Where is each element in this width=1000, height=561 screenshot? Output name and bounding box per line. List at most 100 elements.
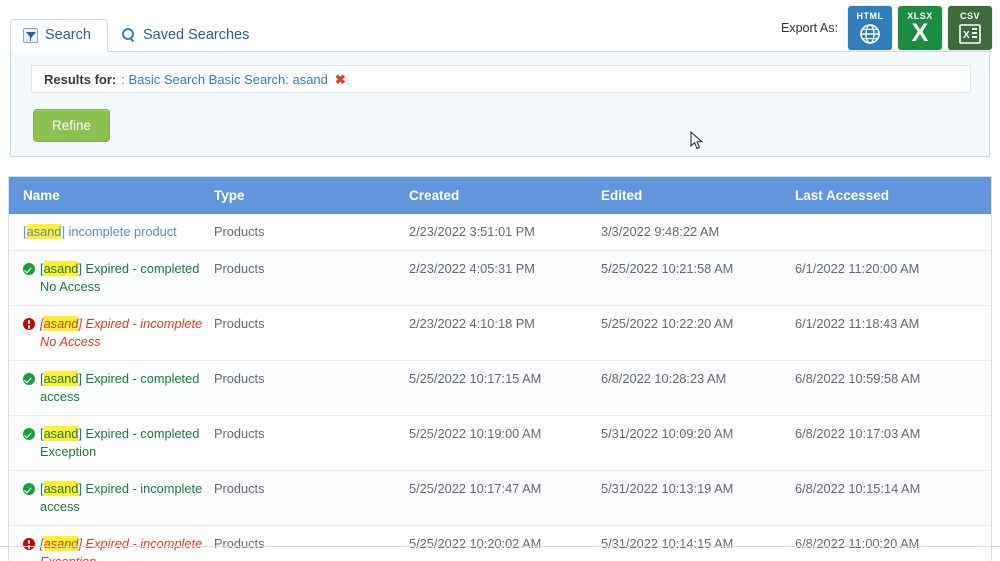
status-complete-icon xyxy=(23,373,35,385)
cell-last-accessed xyxy=(795,214,991,251)
cell-created: 2/23/2022 4:10:18 PM xyxy=(409,305,601,361)
table-header-row: Name Type Created Edited Last Accessed xyxy=(9,177,991,214)
export-html-label: HTML xyxy=(856,10,884,21)
cell-type: Products xyxy=(214,305,409,361)
cell-edited: 5/25/2022 10:21:58 AM xyxy=(601,250,795,306)
search-term-highlight: asand xyxy=(26,224,62,239)
results-table: Name Type Created Edited Last Accessed [… xyxy=(9,177,991,561)
record-name-link[interactable]: [asand] Expired - incomplete access xyxy=(40,480,202,516)
tab-bar: Search Saved Searches xyxy=(10,14,266,52)
svg-text:X: X xyxy=(963,30,970,41)
cell-name: [asand] Expired - incomplete access xyxy=(9,470,214,526)
remove-x-icon[interactable]: ✖ xyxy=(335,73,346,86)
refine-button[interactable]: Refine xyxy=(33,109,111,142)
cell-type: Products xyxy=(214,470,409,526)
cell-edited: 6/8/2022 10:28:23 AM xyxy=(601,360,795,416)
results-for-bar: Results for: : Basic Search Basic Search… xyxy=(31,65,971,93)
results-table-body: [asand] incomplete product Products 2/23/2… xyxy=(9,214,991,561)
cell-name: [asand] Expired - incompleteException xyxy=(9,525,214,561)
cell-edited: 5/31/2022 10:13:19 AM xyxy=(601,470,795,526)
export-csv-button[interactable]: CSV X xyxy=(948,6,992,50)
cell-last-accessed: 6/8/2022 11:00:20 AM xyxy=(795,525,991,561)
cell-edited: 5/25/2022 10:22:20 AM xyxy=(601,305,795,361)
record-name-link[interactable]: [asand] incomplete product xyxy=(23,223,177,241)
cell-created: 2/23/2022 3:51:01 PM xyxy=(409,214,601,251)
status-incomplete-icon xyxy=(23,318,35,330)
record-name-link[interactable]: [asand] Expired - incompleteException xyxy=(40,535,202,561)
tab-saved-searches[interactable]: Saved Searches xyxy=(108,19,266,52)
record-name-line2: access xyxy=(40,389,80,404)
table-row[interactable]: [asand] Expired - incomplete No Access Pro… xyxy=(9,305,991,361)
cell-type: Products xyxy=(214,214,409,251)
search-term-highlight: asand xyxy=(43,316,79,331)
cell-created: 5/25/2022 10:19:00 AM xyxy=(409,415,601,471)
search-panel: Results for: : Basic Search Basic Search… xyxy=(10,52,990,157)
cell-edited: 5/31/2022 10:14:15 AM xyxy=(601,525,795,561)
record-name-link[interactable]: [asand] Expired - completed access xyxy=(40,370,199,406)
record-name-link[interactable]: [asand] Expired - incomplete No Access xyxy=(40,315,202,351)
cell-type: Products xyxy=(214,415,409,471)
record-name-line2: No Access xyxy=(40,279,101,294)
table-row[interactable]: [asand] Expired - incomplete access Produc… xyxy=(9,470,991,526)
cell-created: 5/25/2022 10:20:02 AM xyxy=(409,525,601,561)
cell-type: Products xyxy=(214,360,409,416)
column-header-created[interactable]: Created xyxy=(409,177,601,214)
search-term-highlight: asand xyxy=(43,536,79,551)
cell-edited: 5/31/2022 10:09:20 AM xyxy=(601,415,795,471)
filter-icon xyxy=(23,27,38,43)
status-complete-icon xyxy=(23,263,35,275)
status-complete-icon xyxy=(23,483,35,495)
cell-type: Products xyxy=(214,525,409,561)
cell-last-accessed: 6/1/2022 11:18:43 AM xyxy=(795,305,991,361)
footer-divider xyxy=(0,546,1000,547)
cell-name: [asand] Expired - completed Exception xyxy=(9,415,214,471)
column-header-last-accessed[interactable]: Last Accessed xyxy=(795,177,991,214)
search-term-highlight: asand xyxy=(43,426,79,441)
cell-created: 5/25/2022 10:17:15 AM xyxy=(409,360,601,416)
record-name-link[interactable]: [asand] Expired - completed No Access xyxy=(40,260,199,296)
cell-last-accessed: 6/8/2022 10:59:58 AM xyxy=(795,360,991,416)
search-results-page: Export As: HTML XLSX X CSV X Search Save… xyxy=(0,0,1000,561)
record-name-line2: access xyxy=(40,499,80,514)
column-header-name[interactable]: Name xyxy=(9,177,214,214)
export-xlsx-button[interactable]: XLSX X xyxy=(898,6,942,50)
cell-created: 2/23/2022 4:05:31 PM xyxy=(409,250,601,306)
results-query-link[interactable]: : Basic Search Basic Search: asand xyxy=(121,72,328,87)
status-complete-icon xyxy=(23,428,35,440)
magnifier-icon xyxy=(121,27,136,43)
cell-created: 5/25/2022 10:17:47 AM xyxy=(409,470,601,526)
record-name-line2: Exception xyxy=(40,554,96,561)
cell-name: [asand] incomplete product xyxy=(9,214,214,251)
search-term-highlight: asand xyxy=(43,261,79,276)
cell-name: [asand] Expired - completed access xyxy=(9,360,214,416)
column-header-edited[interactable]: Edited xyxy=(601,177,795,214)
cell-name: [asand] Expired - completed No Access xyxy=(9,250,214,306)
record-name-link[interactable]: [asand] Expired - completed Exception xyxy=(40,425,199,461)
mouse-cursor xyxy=(690,131,703,150)
excel-x-icon: X xyxy=(911,19,929,47)
column-header-type[interactable]: Type xyxy=(214,177,409,214)
cell-last-accessed: 6/8/2022 10:15:14 AM xyxy=(795,470,991,526)
table-row[interactable]: [asand] incomplete product Products 2/23/2… xyxy=(9,214,991,251)
table-row[interactable]: [asand] Expired - completed Exception Prod… xyxy=(9,415,991,471)
tab-search-label: Search xyxy=(45,27,91,43)
cell-last-accessed: 6/1/2022 11:20:00 AM xyxy=(795,250,991,306)
cell-last-accessed: 6/8/2022 10:17:03 AM xyxy=(795,415,991,471)
table-row[interactable]: [asand] Expired - completed access Product… xyxy=(9,360,991,416)
export-as-label: Export As: xyxy=(781,21,838,35)
cell-type: Products xyxy=(214,250,409,306)
tab-search[interactable]: Search xyxy=(10,19,108,52)
export-csv-label: CSV xyxy=(959,10,980,21)
export-html-button[interactable]: HTML xyxy=(848,6,892,50)
results-table-container: Name Type Created Edited Last Accessed [… xyxy=(8,176,992,561)
results-table-head: Name Type Created Edited Last Accessed xyxy=(9,177,991,214)
spreadsheet-icon: X xyxy=(958,21,982,47)
record-name-line2: Exception xyxy=(40,444,97,459)
cell-edited: 3/3/2022 9:48:22 AM xyxy=(601,214,795,251)
table-row[interactable]: [asand] Expired - completed No Access Prod… xyxy=(9,250,991,306)
search-term-highlight: asand xyxy=(43,481,79,496)
record-name-line2: No Access xyxy=(40,334,101,349)
tab-saved-searches-label: Saved Searches xyxy=(142,27,250,43)
table-row[interactable]: [asand] Expired - incompleteException Pro… xyxy=(9,525,991,561)
globe-icon xyxy=(859,21,881,47)
